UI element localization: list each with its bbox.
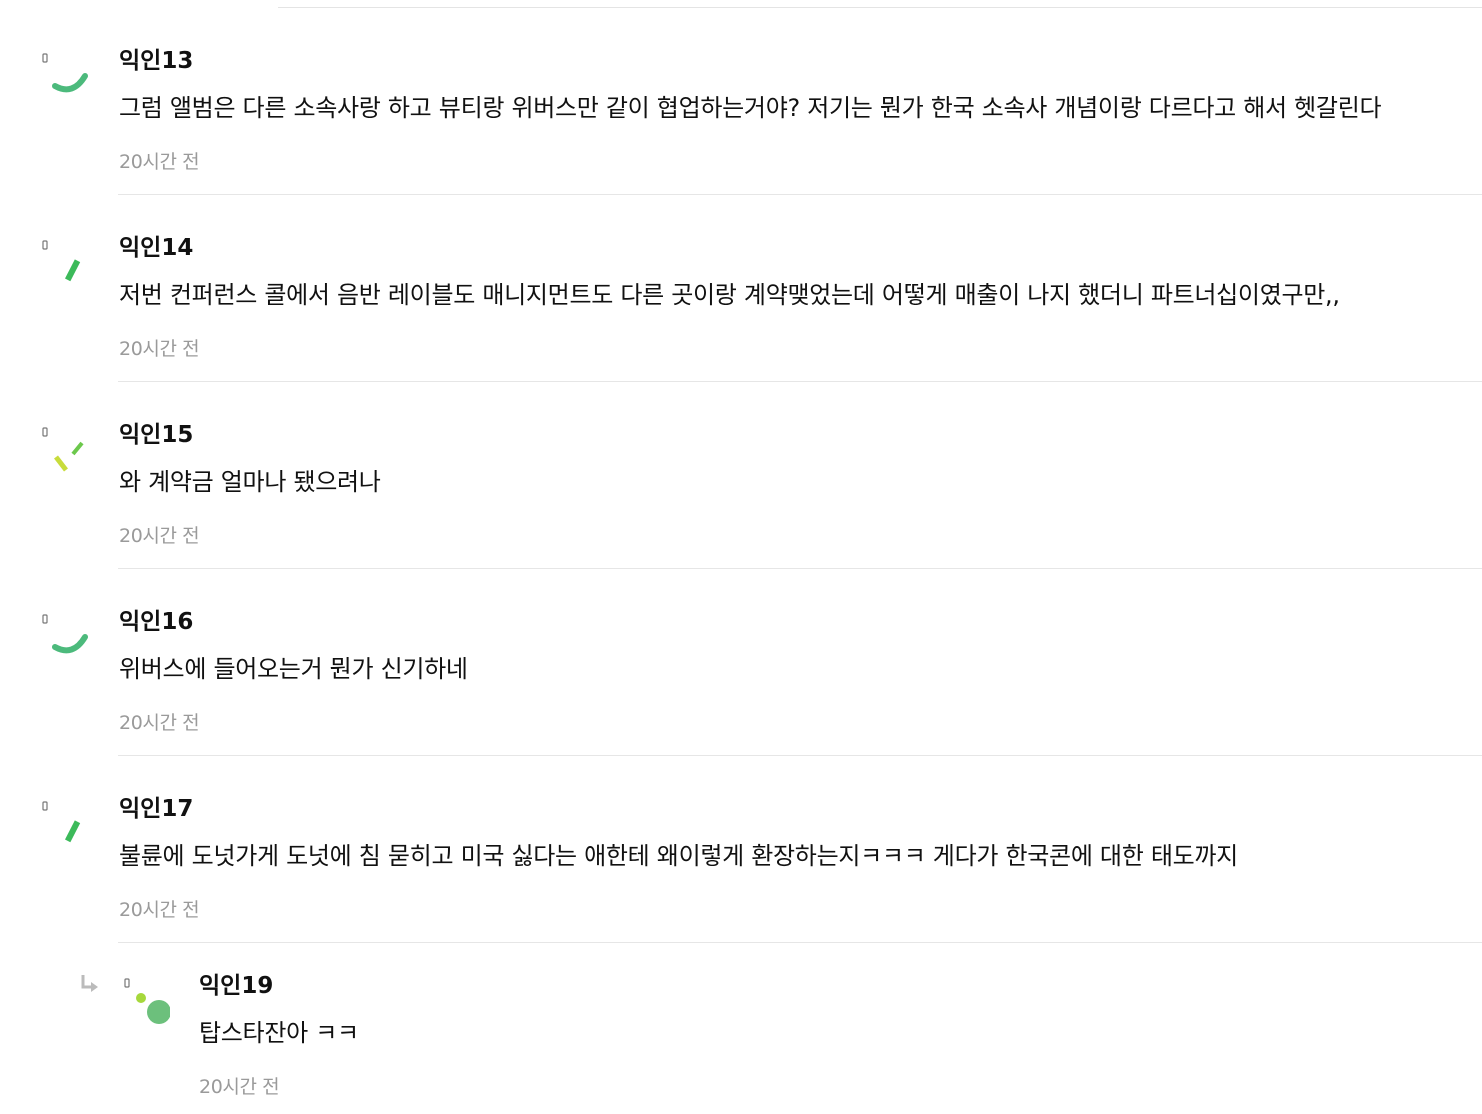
comment-body: 저번 컨퍼런스 콜에서 음반 레이블도 매니지먼트도 다른 곳이랑 계약맺었는데… (119, 281, 1340, 309)
comment-author[interactable]: 익인13 (119, 47, 193, 75)
reply-body: 탑스타잔아 ㅋㅋ (199, 1019, 359, 1047)
comment-timestamp: 20시간 전 (119, 151, 200, 173)
comment-timestamp: 20시간 전 (119, 338, 200, 360)
comment-item: 익인17 불륜에 도넛가게 도넛에 침 묻히고 미국 싫다는 애한테 왜이렇게 … (0, 756, 1482, 943)
comment-body: 그럼 앨범은 다른 소속사랑 하고 뷰티랑 위버스만 같이 협업하는거야? 저기… (119, 94, 1382, 122)
arc-avatar-icon[interactable] (40, 611, 90, 661)
reply-timestamp: 20시간 전 (199, 1076, 280, 1098)
arc-avatar-icon[interactable] (40, 50, 90, 100)
reply-author[interactable]: 익인19 (199, 972, 273, 1000)
comment-author[interactable]: 익인14 (119, 234, 193, 262)
dots-avatar-icon[interactable] (120, 975, 170, 1025)
comment-item: 익인13 그럼 앨범은 다른 소속사랑 하고 뷰티랑 위버스만 같이 협업하는거… (0, 0, 1482, 195)
dashes-avatar-icon[interactable] (40, 424, 90, 474)
comment-body: 와 계약금 얼마나 됐으려나 (119, 468, 381, 496)
comment-timestamp: 20시간 전 (119, 525, 200, 547)
comment-body: 불륜에 도넛가게 도넛에 침 묻히고 미국 싫다는 애한테 왜이렇게 환장하는지… (119, 842, 1238, 870)
comment-item: 익인14 저번 컨퍼런스 콜에서 음반 레이블도 매니지먼트도 다른 곳이랑 계… (0, 195, 1482, 382)
comment-item: 익인16 위버스에 들어오는거 뭔가 신기하네 20시간 전 (0, 569, 1482, 756)
comment-body: 위버스에 들어오는거 뭔가 신기하네 (119, 655, 468, 683)
comment-item: 익인15 와 계약금 얼마나 됐으려나 20시간 전 (0, 382, 1482, 569)
comment-list: 익인13 그럼 앨범은 다른 소속사랑 하고 뷰티랑 위버스만 같이 협업하는거… (0, 0, 1482, 1114)
comment-author[interactable]: 익인16 (119, 608, 193, 636)
reply-item: 익인19 탑스타잔아 ㅋㅋ 20시간 전 (0, 943, 1482, 1114)
bar-avatar-icon[interactable] (40, 798, 90, 848)
comment-author[interactable]: 익인17 (119, 795, 193, 823)
bar-avatar-icon[interactable] (40, 237, 90, 287)
comment-author[interactable]: 익인15 (119, 421, 193, 449)
comment-timestamp: 20시간 전 (119, 712, 200, 734)
reply-arrow-icon (79, 973, 101, 995)
comment-timestamp: 20시간 전 (119, 899, 200, 921)
